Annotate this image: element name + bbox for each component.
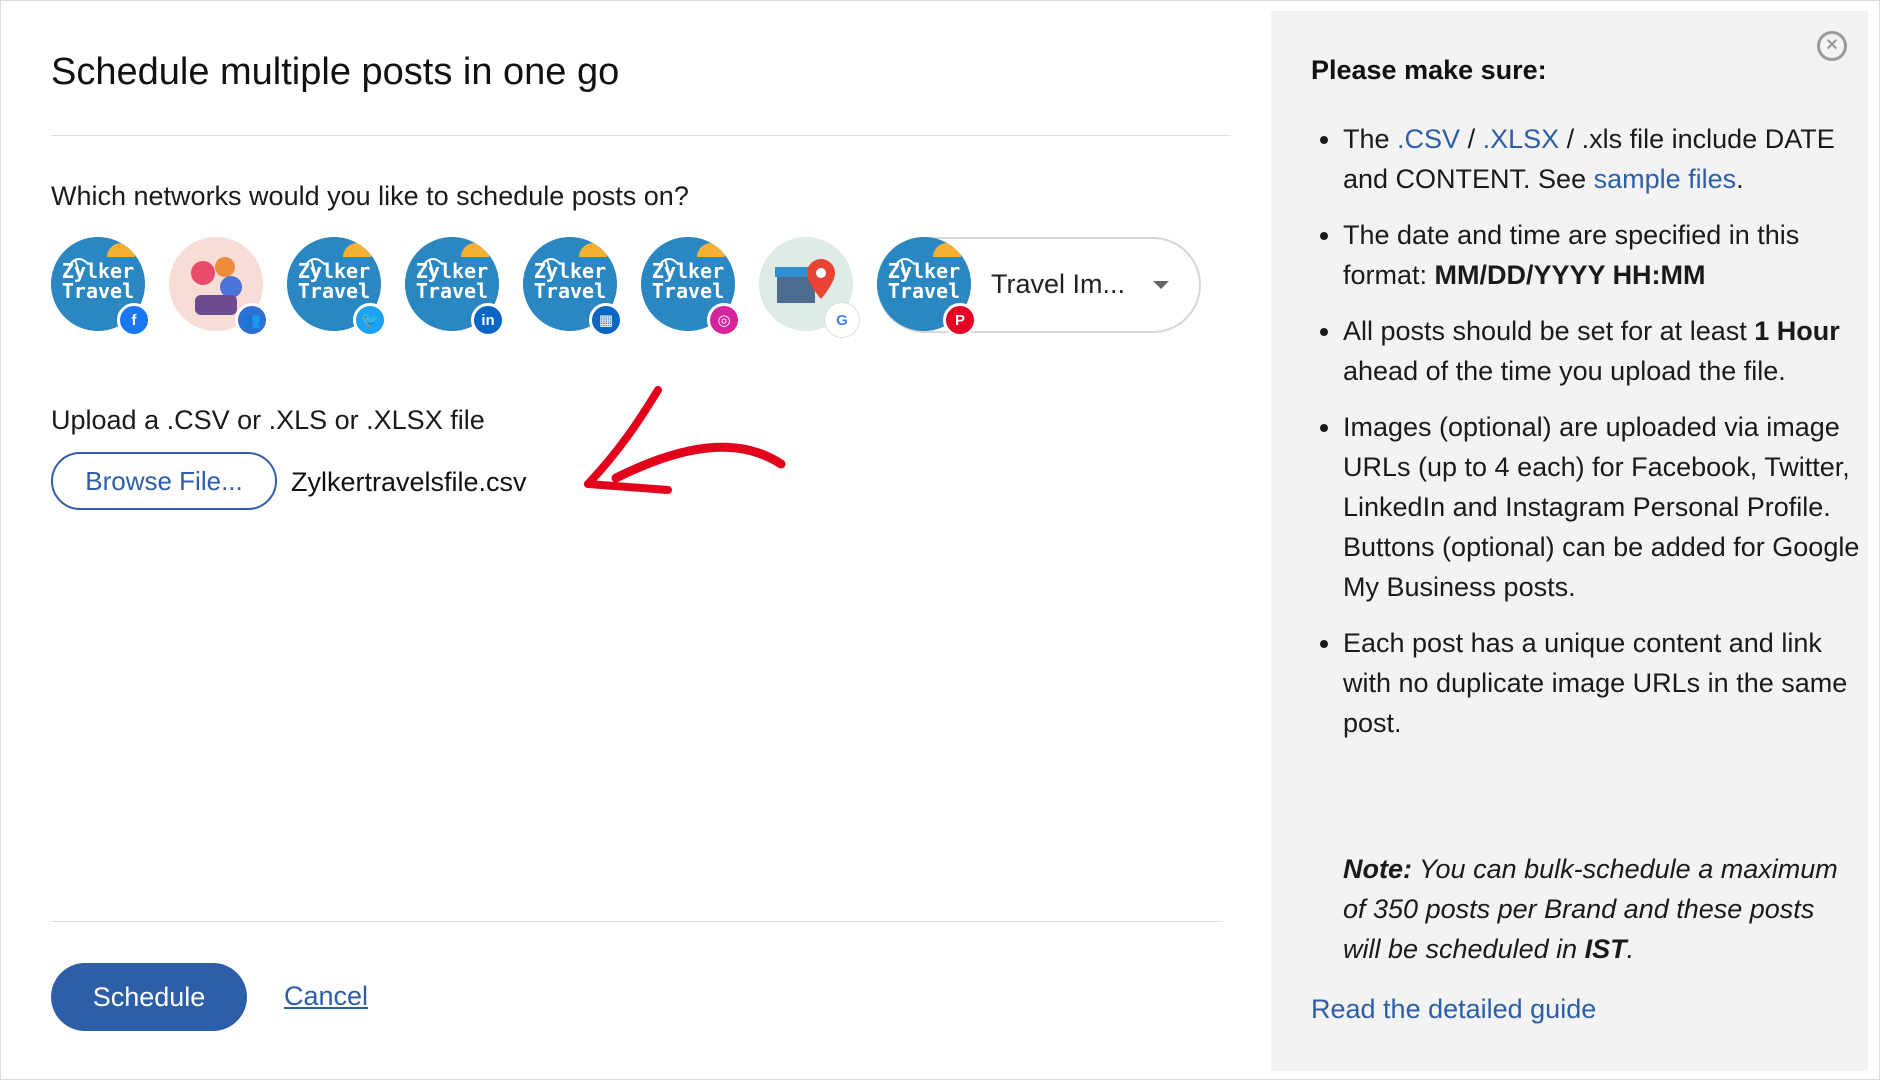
tip-text: All posts should be set for at least bbox=[1343, 316, 1755, 346]
tip-item: Images (optional) are uploaded via image… bbox=[1343, 407, 1863, 607]
facebook-icon: f bbox=[117, 303, 151, 337]
twitter-icon: 🐦 bbox=[353, 303, 387, 337]
date-format: MM/DD/YYYY HH:MM bbox=[1434, 260, 1706, 290]
brand-select-value: Travel Im... bbox=[991, 269, 1126, 299]
annotation-arrow-icon bbox=[584, 386, 786, 494]
upload-label: Upload a .CSV or .XLS or .XLSX file bbox=[51, 405, 485, 435]
group-icon: 👥 bbox=[235, 303, 269, 337]
network-avatar-linkedin[interactable]: Zylker Travel in bbox=[405, 237, 505, 337]
avatar-text: Zylker Travel bbox=[61, 259, 135, 303]
tip-emphasis: 1 Hour bbox=[1754, 316, 1840, 346]
xlsx-link[interactable]: .XLSX bbox=[1483, 124, 1560, 154]
chevron-down-icon bbox=[1153, 281, 1169, 289]
avatar-text: Zylker Travel bbox=[297, 259, 371, 303]
detailed-guide-link[interactable]: Read the detailed guide bbox=[1311, 994, 1596, 1025]
cancel-link[interactable]: Cancel bbox=[284, 981, 368, 1012]
divider bbox=[51, 921, 1223, 922]
pinterest-icon: P bbox=[943, 303, 977, 337]
google-icon: G bbox=[825, 303, 859, 337]
bulk-schedule-modal: Schedule multiple posts in one go Which … bbox=[0, 0, 1880, 1080]
tip-text: / bbox=[1460, 124, 1483, 154]
note-text: . bbox=[1626, 934, 1635, 964]
tips-list: The .CSV / .XLSX / .xls file include DAT… bbox=[1311, 119, 1863, 759]
tip-text: The bbox=[1343, 124, 1398, 154]
selected-file-name: Zylkertravelsfile.csv bbox=[291, 467, 527, 497]
tip-item: The .CSV / .XLSX / .xls file include DAT… bbox=[1343, 119, 1863, 199]
browse-file-button[interactable]: Browse File... bbox=[51, 452, 277, 510]
tip-item: Each post has a unique content and link … bbox=[1343, 623, 1863, 743]
tip-item: All posts should be set for at least 1 H… bbox=[1343, 311, 1863, 391]
instagram-icon: ◎ bbox=[707, 303, 741, 337]
tips-heading: Please make sure: bbox=[1311, 55, 1547, 85]
network-avatar-twitter[interactable]: Zylker Travel 🐦 bbox=[287, 237, 387, 337]
network-avatar-linkedin-page[interactable]: Zylker Travel ▦ bbox=[523, 237, 623, 337]
network-avatar-google[interactable]: G bbox=[759, 237, 859, 337]
close-icon[interactable]: × bbox=[1817, 31, 1847, 61]
building-icon: ▦ bbox=[589, 303, 623, 337]
note-label: Note: bbox=[1343, 854, 1412, 884]
network-avatar-instagram[interactable]: Zylker Travel ◎ bbox=[641, 237, 741, 337]
network-avatar-pinterest[interactable]: Zylker Travel P bbox=[877, 237, 977, 337]
avatar-text: Zylker Travel bbox=[415, 259, 489, 303]
network-avatar-facebook[interactable]: Zylker Travel f bbox=[51, 237, 151, 337]
network-question: Which networks would you like to schedul… bbox=[51, 181, 689, 211]
note: Note: You can bulk-schedule a maximum of… bbox=[1343, 849, 1843, 969]
divider bbox=[51, 135, 1231, 136]
linkedin-icon: in bbox=[471, 303, 505, 337]
avatar-text: Zylker Travel bbox=[651, 259, 725, 303]
avatar-text: Zylker Travel bbox=[887, 259, 961, 303]
tip-text: . bbox=[1736, 164, 1744, 194]
timezone: IST bbox=[1584, 934, 1627, 964]
avatar-text: Zylker Travel bbox=[533, 259, 607, 303]
main-panel: Schedule multiple posts in one go Which … bbox=[1, 1, 1271, 1079]
tip-text: ahead of the time you upload the file. bbox=[1343, 356, 1786, 386]
tip-item: The date and time are specified in this … bbox=[1343, 215, 1863, 295]
schedule-button[interactable]: Schedule bbox=[51, 963, 247, 1031]
page-title: Schedule multiple posts in one go bbox=[51, 51, 620, 93]
sample-files-link[interactable]: sample files bbox=[1594, 164, 1737, 194]
network-avatar-facebook-group[interactable]: 👥 bbox=[169, 237, 269, 337]
csv-link[interactable]: .CSV bbox=[1397, 124, 1460, 154]
